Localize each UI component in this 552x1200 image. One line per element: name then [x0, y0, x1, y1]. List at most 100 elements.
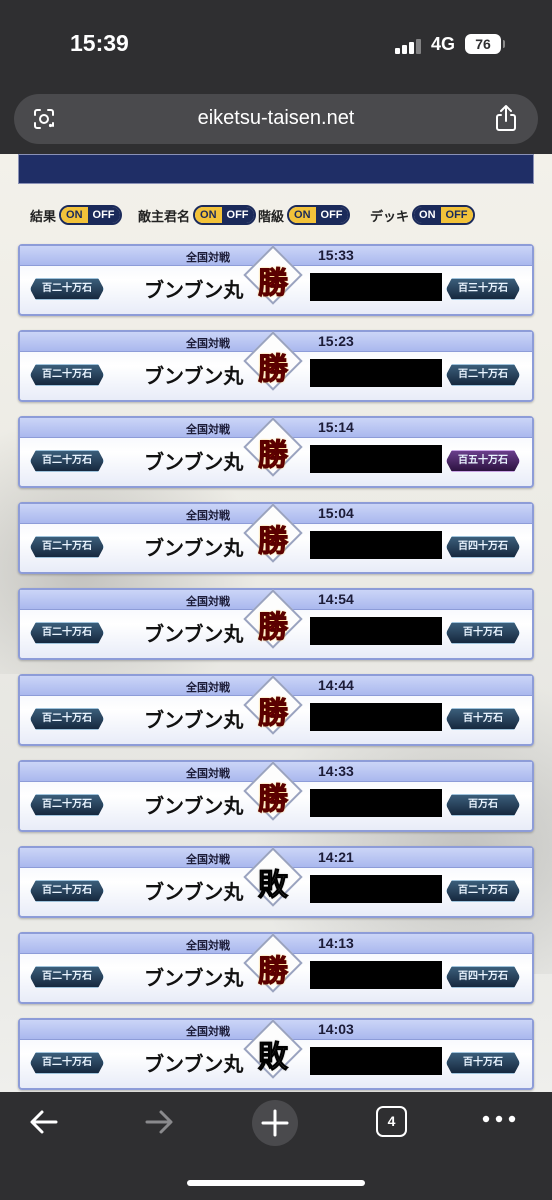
filter-label: 結果: [30, 209, 57, 225]
opponent-rank-badge: 百三十万石: [446, 278, 520, 300]
player-rank-badge: 百二十万石: [30, 364, 104, 386]
player-name: ブンブン丸: [144, 364, 244, 388]
forward-arrow-icon[interactable]: [143, 1106, 175, 1138]
toggle-off[interactable]: OFF: [87, 207, 120, 223]
filter-group: 敵主君名 ON OFF: [138, 204, 256, 226]
player-name: ブンブン丸: [144, 708, 244, 732]
opponent-rank-badge: 百十万石: [446, 708, 520, 730]
match-time: 15:04: [318, 505, 354, 521]
player-rank-badge: 百二十万石: [30, 278, 104, 300]
opponent-name-redacted: [310, 445, 442, 473]
page-content: 結果 ON OFF 敵主君名 ON OFF 階級 ON OFF デッキ ON OFF 全国対戦 15:3…: [0, 154, 552, 1092]
opponent-name-redacted: [310, 1047, 442, 1075]
battle-record[interactable]: 全国対戦 15:04 百二十万石 ブンブン丸勝 百四十万石: [18, 502, 534, 574]
filter-toggle[interactable]: ON OFF: [193, 205, 256, 225]
toggle-on[interactable]: ON: [414, 207, 441, 223]
match-type: 全国対戦: [186, 853, 230, 866]
address-bar[interactable]: eiketsu-taisen.net: [14, 94, 538, 144]
filter-label: 階級: [258, 209, 285, 225]
battle-record[interactable]: 全国対戦 15:33 百二十万石 ブンブン丸勝 百三十万石: [18, 244, 534, 316]
player-rank-badge: 百二十万石: [30, 966, 104, 988]
header-banner: [18, 154, 534, 184]
match-type: 全国対戦: [186, 595, 230, 608]
back-arrow-icon[interactable]: [28, 1106, 60, 1138]
toggle-off[interactable]: OFF: [440, 207, 473, 223]
player-name: ブンブン丸: [144, 880, 244, 904]
opponent-rank-badge: 百万石: [446, 794, 520, 816]
battle-record[interactable]: 全国対戦 15:23 百二十万石 ブンブン丸勝 百二十万石: [18, 330, 534, 402]
match-time: 14:33: [318, 763, 354, 779]
player-name: ブンブン丸: [144, 450, 244, 474]
opponent-rank-badge: 百二十万石: [446, 880, 520, 902]
match-type: 全国対戦: [186, 423, 230, 436]
match-time: 14:13: [318, 935, 354, 951]
player-rank-badge: 百二十万石: [30, 880, 104, 902]
match-type: 全国対戦: [186, 1025, 230, 1038]
match-time: 14:54: [318, 591, 354, 607]
match-time: 15:33: [318, 247, 354, 263]
match-time: 15:23: [318, 333, 354, 349]
opponent-rank-badge: 百四十万石: [446, 536, 520, 558]
toggle-on[interactable]: ON: [61, 207, 88, 223]
filter-toggle[interactable]: ON OFF: [287, 205, 350, 225]
match-time: 14:44: [318, 677, 354, 693]
battle-record[interactable]: 全国対戦 14:33 百二十万石 ブンブン丸勝 百万石: [18, 760, 534, 832]
browser-address-area: eiketsu-taisen.net: [0, 86, 552, 154]
network-type: 4G: [431, 34, 456, 54]
match-type: 全国対戦: [186, 251, 230, 264]
battle-record[interactable]: 全国対戦 14:21 百二十万石 ブンブン丸敗 百二十万石: [18, 846, 534, 918]
opponent-rank-badge: 百十万石: [446, 1052, 520, 1074]
result-mark: 敗: [258, 1040, 289, 1076]
share-icon[interactable]: [494, 104, 518, 132]
result-mark: 敗: [258, 868, 289, 904]
match-time: 15:14: [318, 419, 354, 435]
opponent-name-redacted: [310, 703, 442, 731]
match-type: 全国対戦: [186, 681, 230, 694]
player-name: ブンブン丸: [144, 794, 244, 818]
player-name: ブンブン丸: [144, 278, 244, 302]
result-mark: 勝: [258, 438, 289, 474]
url-text[interactable]: eiketsu-taisen.net: [14, 107, 538, 130]
result-mark: 勝: [258, 524, 289, 560]
opponent-name-redacted: [310, 617, 442, 645]
filter-label: デッキ: [370, 209, 410, 225]
battle-record[interactable]: 全国対戦 14:13 百二十万石 ブンブン丸勝 百四十万石: [18, 932, 534, 1004]
filter-toggle[interactable]: ON OFF: [59, 205, 122, 225]
cellular-signal-icon: [395, 38, 423, 54]
opponent-name-redacted: [310, 789, 442, 817]
toggle-on[interactable]: ON: [195, 207, 222, 223]
match-time: 14:21: [318, 849, 354, 865]
battle-record[interactable]: 全国対戦 14:03 百二十万石 ブンブン丸敗 百十万石: [18, 1018, 534, 1090]
result-mark: 勝: [258, 610, 289, 646]
battle-record[interactable]: 全国対戦 14:54 百二十万石 ブンブン丸勝 百十万石: [18, 588, 534, 660]
battery-icon: 76: [465, 34, 505, 54]
filter-toggle[interactable]: ON OFF: [412, 205, 475, 225]
match-type: 全国対戦: [186, 509, 230, 522]
player-name: ブンブン丸: [144, 1052, 244, 1076]
toggle-off[interactable]: OFF: [221, 207, 254, 223]
player-rank-badge: 百二十万石: [30, 536, 104, 558]
player-rank-badge: 百二十万石: [30, 794, 104, 816]
opponent-rank-badge: 百四十万石: [446, 966, 520, 988]
more-options-icon[interactable]: [482, 1114, 516, 1124]
battle-record[interactable]: 全国対戦 14:44 百二十万石 ブンブン丸勝 百十万石: [18, 674, 534, 746]
match-type: 全国対戦: [186, 767, 230, 780]
new-tab-button[interactable]: [252, 1100, 298, 1146]
toggle-on[interactable]: ON: [289, 207, 316, 223]
player-rank-badge: 百二十万石: [30, 450, 104, 472]
filter-label: 敵主君名: [138, 209, 191, 225]
clock: 15:39: [70, 30, 129, 56]
filter-group: 階級 ON OFF: [258, 204, 350, 226]
toggle-off[interactable]: OFF: [315, 207, 348, 223]
player-name: ブンブン丸: [144, 966, 244, 990]
tab-switcher-button[interactable]: 4: [376, 1106, 407, 1137]
result-mark: 勝: [258, 352, 289, 388]
match-type: 全国対戦: [186, 337, 230, 350]
opponent-rank-badge: 百二十万石: [446, 364, 520, 386]
battle-record[interactable]: 全国対戦 15:14 百二十万石 ブンブン丸勝 百五十万石: [18, 416, 534, 488]
plus-icon: [261, 1109, 289, 1137]
opponent-name-redacted: [310, 359, 442, 387]
match-time: 14:03: [318, 1021, 354, 1037]
opponent-name-redacted: [310, 961, 442, 989]
opponent-rank-badge: 百五十万石: [446, 450, 520, 472]
